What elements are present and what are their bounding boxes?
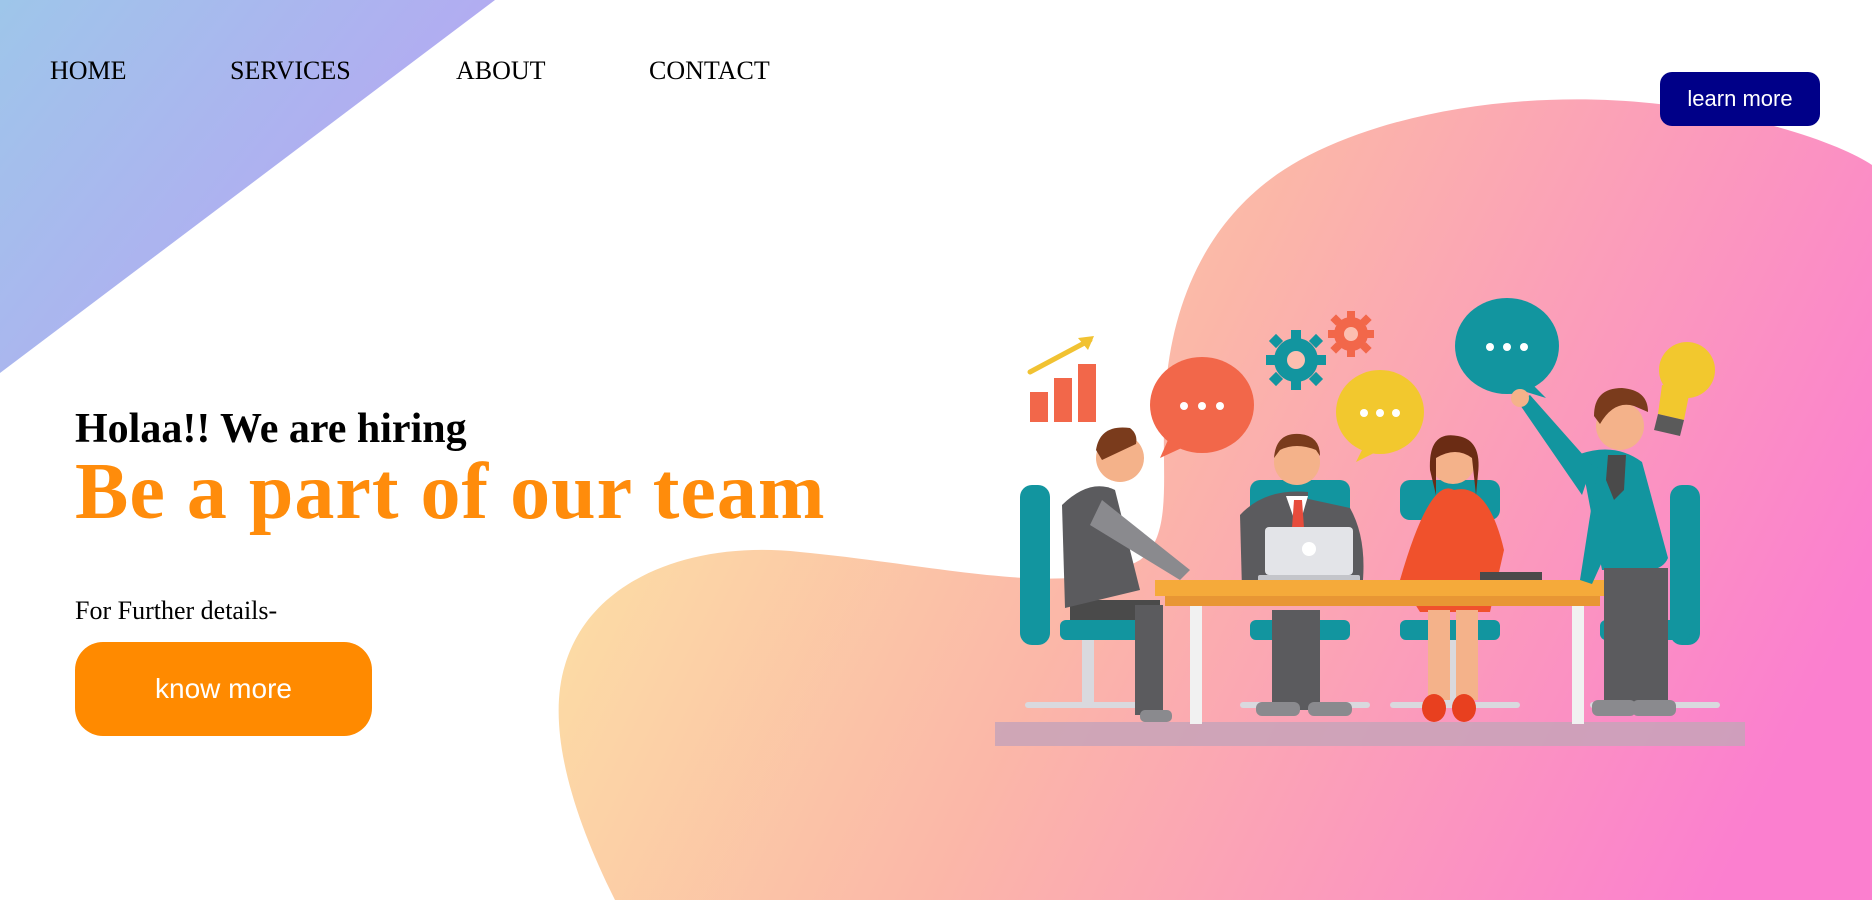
meeting-table xyxy=(1155,580,1610,724)
nav-home-link[interactable]: HOME xyxy=(50,56,127,86)
speech-bubble-icon xyxy=(1336,370,1424,462)
nav-about-link[interactable]: ABOUT xyxy=(456,56,546,86)
speech-bubble-icon xyxy=(1455,298,1559,398)
speech-bubble-icon xyxy=(1150,357,1254,458)
lightbulb-icon xyxy=(1654,342,1715,436)
know-more-button[interactable]: know more xyxy=(75,642,372,736)
hero-tagline: Holaa!! We are hiring xyxy=(75,406,467,452)
person xyxy=(1062,427,1190,722)
gear-icon xyxy=(1266,330,1326,390)
nav-services-link[interactable]: SERVICES xyxy=(230,56,351,86)
further-details-text: For Further details- xyxy=(75,596,278,625)
laptop-icon xyxy=(1258,527,1360,583)
nav-contact-link[interactable]: CONTACT xyxy=(649,56,770,86)
team-meeting-illustration xyxy=(995,298,1745,746)
person xyxy=(1511,388,1676,716)
gear-icon xyxy=(1328,311,1374,357)
hero-title: Be a part of our team xyxy=(75,448,826,536)
learn-more-button[interactable]: learn more xyxy=(1660,72,1820,126)
bar-chart-icon xyxy=(1027,336,1096,422)
